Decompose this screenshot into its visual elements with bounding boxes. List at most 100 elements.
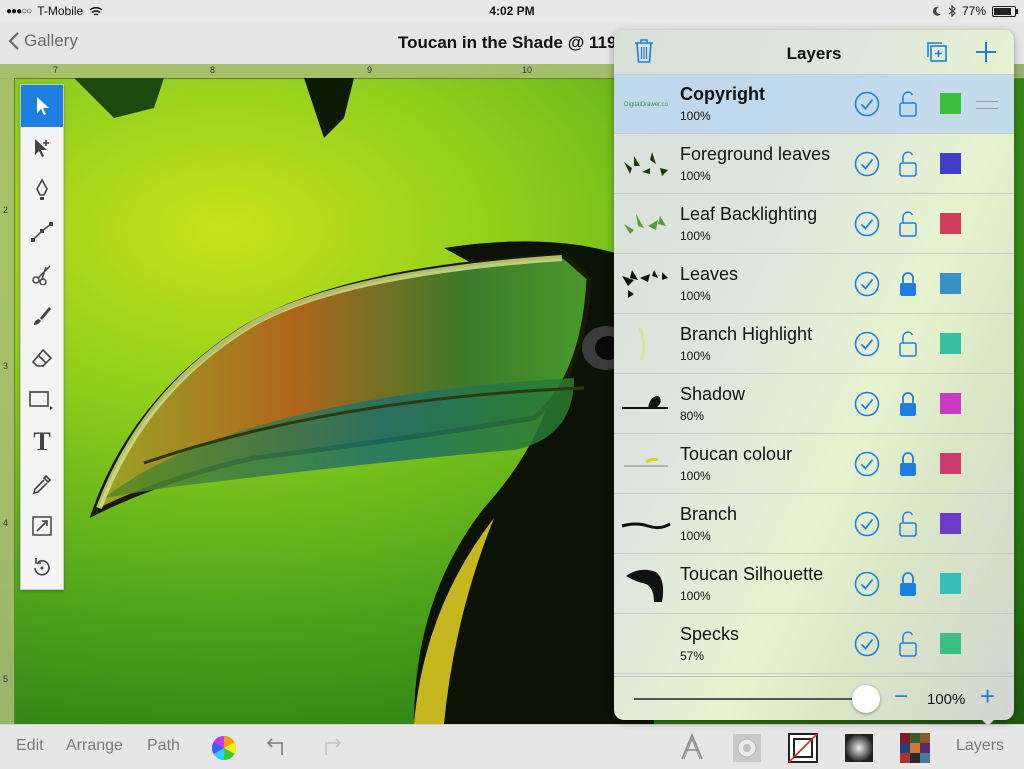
unlocked-icon[interactable] — [898, 90, 918, 118]
increase-opacity-button[interactable]: + — [980, 681, 995, 712]
layer-row-specks[interactable]: Specks 57% — [614, 614, 1014, 674]
layer-name: Leaves — [680, 264, 739, 284]
ruler-label: 8 — [210, 65, 216, 75]
layer-name: Shadow — [680, 384, 746, 404]
unlocked-icon[interactable] — [898, 150, 918, 178]
transform-icon — [32, 516, 52, 536]
visibility-check-icon[interactable] — [854, 331, 880, 357]
rotate-icon — [34, 558, 50, 576]
add-layer-icon[interactable] — [975, 41, 997, 63]
locked-icon[interactable] — [898, 390, 918, 418]
edit-menu-button[interactable]: Edit — [16, 737, 44, 755]
select-arrow-icon — [37, 97, 49, 115]
style-effects-icon[interactable] — [732, 733, 762, 763]
layer-color-swatch[interactable] — [940, 93, 961, 114]
clock: 4:02 PM — [489, 4, 535, 18]
layer-row-leaf-backlighting[interactable]: Leaf Backlighting 100% — [614, 194, 1014, 254]
layer-row-branch[interactable]: Branch 100% — [614, 494, 1014, 554]
layer-thumbnail — [626, 569, 664, 602]
ruler-label: 3 — [3, 361, 9, 371]
layer-color-swatch[interactable] — [940, 213, 961, 234]
brush-tool-button[interactable] — [21, 295, 63, 337]
path-menu-button[interactable]: Path — [147, 737, 180, 755]
duplicate-layer-icon[interactable] — [926, 41, 948, 63]
locked-icon[interactable] — [898, 570, 918, 598]
locked-icon[interactable] — [898, 450, 918, 478]
visibility-check-icon[interactable] — [854, 631, 880, 657]
layer-thumbnail — [620, 622, 672, 664]
back-label: Gallery — [24, 31, 78, 50]
layer-color-swatch[interactable] — [940, 333, 961, 354]
node-tool-button[interactable] — [21, 211, 63, 253]
ruler-label: 4 — [3, 518, 9, 528]
visibility-check-icon[interactable] — [854, 571, 880, 597]
visibility-check-icon[interactable] — [854, 511, 880, 537]
stroke-style-icon[interactable] — [788, 733, 818, 763]
layer-color-swatch[interactable] — [940, 633, 961, 654]
unlocked-icon[interactable] — [898, 630, 918, 658]
layer-color-swatch[interactable] — [940, 573, 961, 594]
decrease-opacity-button[interactable]: − — [894, 683, 908, 711]
scissors-tool-button[interactable] — [21, 253, 63, 295]
visibility-check-icon[interactable] — [854, 271, 880, 297]
gallery-back-button[interactable]: Gallery — [8, 31, 78, 51]
layer-opacity: 100% — [680, 109, 711, 123]
arrange-menu-button[interactable]: Arrange — [66, 737, 123, 755]
color-wheel-icon[interactable] — [211, 735, 237, 761]
unlocked-icon[interactable] — [898, 330, 918, 358]
visibility-check-icon[interactable] — [854, 211, 880, 237]
reorder-handle-icon[interactable] — [976, 101, 998, 109]
text-tool-button[interactable]: T — [21, 421, 63, 463]
layer-color-swatch[interactable] — [940, 273, 961, 294]
opacity-slider-knob[interactable] — [852, 685, 880, 713]
opacity-slider-track[interactable] — [634, 698, 866, 700]
layer-row-leaves[interactable]: Leaves 100% — [614, 254, 1014, 314]
layer-color-swatch[interactable] — [940, 513, 961, 534]
transform-tool-button[interactable] — [21, 505, 63, 547]
eraser-tool-button[interactable] — [21, 337, 63, 379]
battery-icon — [992, 5, 1018, 17]
scissors-icon — [32, 265, 51, 285]
swatches-icon[interactable] — [900, 733, 930, 763]
layer-row-toucan-silhouette[interactable]: Toucan Silhouette 100% — [614, 554, 1014, 614]
select-tool-button[interactable] — [21, 85, 63, 127]
layer-color-swatch[interactable] — [940, 153, 961, 174]
redo-icon[interactable] — [318, 737, 342, 757]
layer-row-branch-highlight[interactable]: Branch Highlight 100% — [614, 314, 1014, 374]
eyedropper-tool-button[interactable] — [21, 463, 63, 505]
layer-thumbnail-text: DigitalDrawer.co — [624, 102, 668, 108]
unlocked-icon[interactable] — [898, 510, 918, 538]
layer-row-shadow[interactable]: Shadow 80% — [614, 374, 1014, 434]
visibility-check-icon[interactable] — [854, 91, 880, 117]
brush-icon — [34, 307, 51, 325]
vertical-ruler[interactable]: 2 3 4 5 — [0, 78, 15, 724]
layer-name: Toucan colour — [680, 444, 793, 464]
gradient-fill-icon[interactable] — [844, 733, 874, 763]
layers-panel: Layers DigitalDrawer.co Copyright 100% F… — [614, 30, 1014, 720]
layer-row-copyright[interactable]: DigitalDrawer.co Copyright 100% — [614, 74, 1014, 134]
layers-button[interactable]: Layers — [956, 737, 1004, 755]
rotate-tool-button[interactable] — [21, 547, 63, 589]
visibility-check-icon[interactable] — [854, 451, 880, 477]
layer-row-toucan-colour[interactable]: Toucan colour 100% — [614, 434, 1014, 494]
bluetooth-icon — [948, 5, 956, 17]
rectangle-icon — [29, 391, 53, 410]
direct-select-tool-button[interactable] — [21, 127, 63, 169]
layer-row-foreground-leaves[interactable]: Foreground leaves 100% — [614, 134, 1014, 194]
pen-tool-button[interactable] — [21, 169, 63, 211]
undo-icon[interactable] — [266, 737, 290, 757]
visibility-check-icon[interactable] — [854, 391, 880, 417]
layer-name: Branch Highlight — [680, 324, 813, 344]
unlocked-icon[interactable] — [898, 210, 918, 238]
chevron-left-icon — [8, 32, 19, 50]
layer-opacity: 100% — [680, 349, 711, 363]
ruler-label: 7 — [53, 65, 59, 75]
typography-icon[interactable] — [678, 733, 706, 761]
layer-color-swatch[interactable] — [940, 453, 961, 474]
pen-icon — [36, 178, 48, 200]
layer-opacity: 100% — [680, 289, 711, 303]
shape-tool-button[interactable] — [21, 379, 63, 421]
visibility-check-icon[interactable] — [854, 151, 880, 177]
layer-color-swatch[interactable] — [940, 393, 961, 414]
locked-icon[interactable] — [898, 270, 918, 298]
